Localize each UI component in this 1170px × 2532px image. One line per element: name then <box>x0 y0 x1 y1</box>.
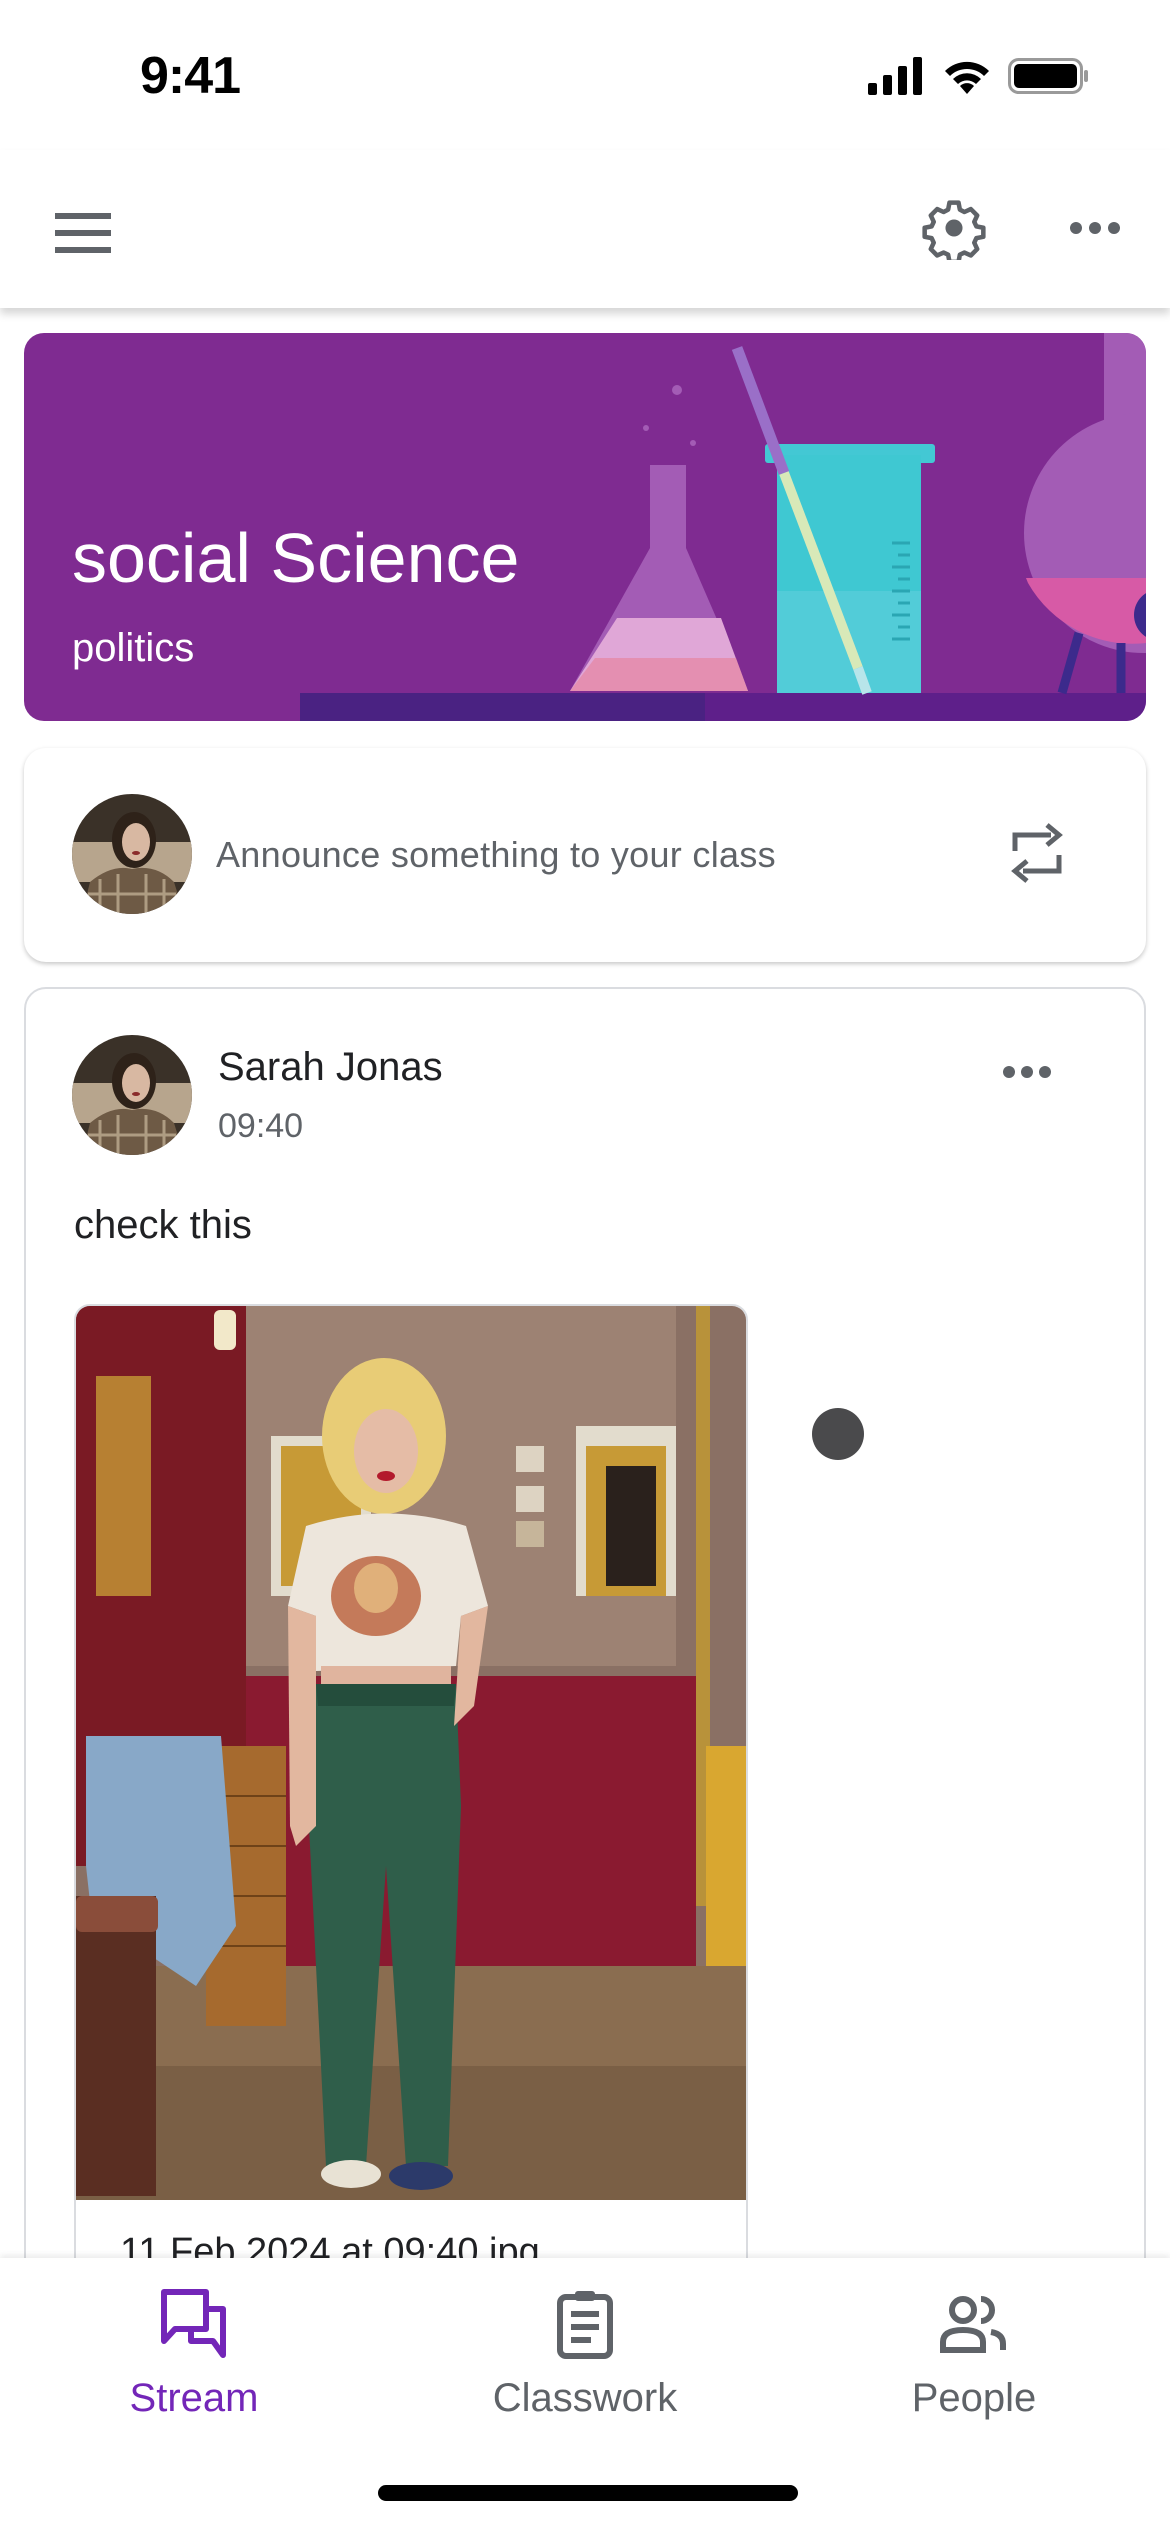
more-options-button[interactable] <box>1060 195 1130 265</box>
post-body-text: check this <box>74 1203 252 1247</box>
user-avatar <box>72 794 192 914</box>
repost-button[interactable] <box>1002 820 1072 890</box>
settings-button[interactable] <box>914 190 994 270</box>
battery-icon <box>1008 56 1090 101</box>
home-indicator[interactable] <box>378 2485 798 2501</box>
people-icon <box>939 2286 1009 2362</box>
announce-input[interactable]: Announce something to your class <box>216 834 776 876</box>
tab-stream-label: Stream <box>129 2376 259 2420</box>
image-attachment[interactable]: 11 Feb 2024 at 09:40.jpg <box>74 1304 748 2304</box>
repost-icon <box>1009 821 1065 890</box>
more-horizontal-icon <box>1069 221 1121 240</box>
tab-classwork-label: Classwork <box>492 2376 678 2420</box>
attachment-photo <box>76 1306 746 2200</box>
post-author-avatar[interactable] <box>72 1035 192 1155</box>
tab-classwork[interactable]: Classwork <box>435 2286 735 2426</box>
touch-indicator <box>812 1408 864 1460</box>
status-bar: 9:41 <box>0 0 1170 150</box>
clipboard-icon <box>557 2286 613 2362</box>
gear-icon <box>922 196 986 265</box>
tab-people-label: People <box>911 2376 1037 2420</box>
tab-people[interactable]: People <box>824 2286 1124 2426</box>
stream-icon <box>161 2286 227 2362</box>
status-icons <box>866 56 1090 101</box>
hamburger-menu-icon <box>55 212 111 259</box>
class-section: politics <box>72 626 195 670</box>
menu-button[interactable] <box>48 200 118 270</box>
wifi-icon <box>940 56 994 101</box>
class-banner[interactable]: social Science politics <box>24 333 1146 721</box>
post-author-name: Sarah Jonas <box>218 1045 443 1089</box>
class-title: social Science <box>72 519 520 597</box>
post-timestamp: 09:40 <box>218 1107 304 1145</box>
app-bar <box>0 150 1170 308</box>
status-time: 9:41 <box>140 47 241 105</box>
announce-composer[interactable]: Announce something to your class <box>24 748 1146 962</box>
more-horizontal-icon <box>1002 1065 1052 1084</box>
tab-stream[interactable]: Stream <box>44 2286 344 2426</box>
cellular-signal-icon <box>866 56 926 101</box>
post-more-button[interactable] <box>992 1049 1062 1099</box>
